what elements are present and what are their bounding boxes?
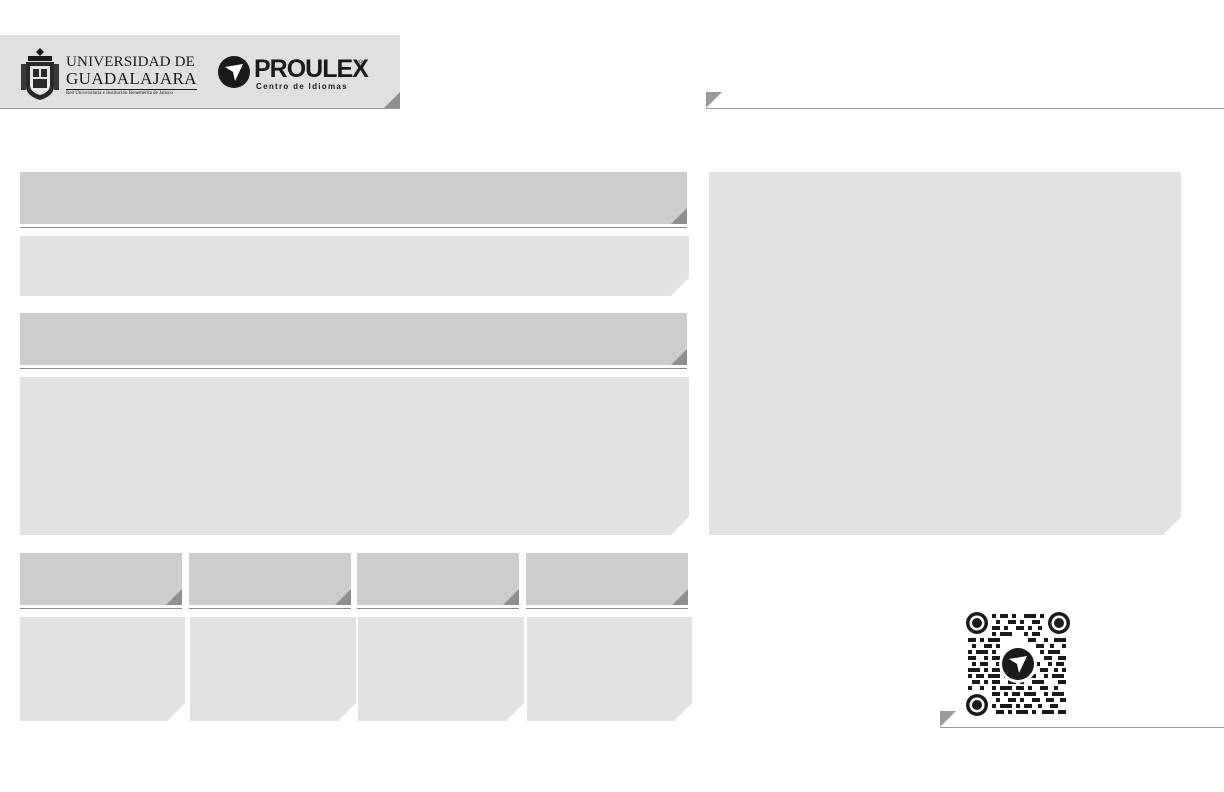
side-content-panel (709, 172, 1181, 535)
column-title-underline-4 (526, 608, 688, 609)
section-title-corner-2 (671, 349, 687, 365)
qr-rule (940, 727, 1224, 728)
header-rule (0, 108, 400, 109)
column-title-corner-4 (672, 589, 688, 605)
udg-name-line2: GUADALAJARA (66, 69, 197, 90)
section-title-panel-2 (20, 313, 687, 369)
column-title-panel-2 (189, 553, 351, 609)
column-title-corner-1 (166, 589, 182, 605)
column-title-underline-2 (189, 608, 351, 609)
proulex-wordmark: PROULEX (254, 55, 369, 83)
udg-name-line1: UNIVERSIDAD DE (66, 54, 196, 70)
column-title-panel-4 (526, 553, 688, 609)
proulex-logo-icon (218, 56, 250, 88)
column-title-panel-1 (20, 553, 182, 609)
column-content-panel-3 (358, 617, 524, 721)
column-title-underline-3 (357, 608, 519, 609)
column-content-panel-1 (20, 617, 185, 721)
udg-tagline: Red Universitaria e Institución Beneméri… (66, 91, 173, 96)
section-title-underline-2 (20, 368, 687, 369)
column-content-panel-2 (190, 617, 356, 721)
header-corner-marker (384, 92, 400, 108)
section-title-underline-1 (20, 227, 687, 228)
column-title-underline-1 (20, 608, 182, 609)
section-title-panel-1 (20, 172, 687, 228)
udg-wordmark: UNIVERSIDAD DE GUADALAJARA Red Universit… (66, 54, 197, 98)
right-header-corner-marker (706, 92, 722, 108)
section-title-corner-1 (671, 208, 687, 224)
column-content-panel-4 (527, 617, 692, 721)
column-title-panel-3 (357, 553, 519, 609)
qr-code-icon (966, 612, 1070, 716)
section-content-panel-2 (20, 377, 689, 535)
section-content-panel-1 (20, 236, 689, 296)
proulex-subtitle: Centro de Idiomas (256, 82, 348, 91)
right-header-rule (706, 108, 1224, 109)
column-title-corner-2 (335, 589, 351, 605)
qr-corner-marker (940, 711, 956, 727)
udg-crest-icon (21, 48, 59, 100)
proulex-registered-mark: ® (358, 60, 364, 67)
column-title-corner-3 (503, 589, 519, 605)
